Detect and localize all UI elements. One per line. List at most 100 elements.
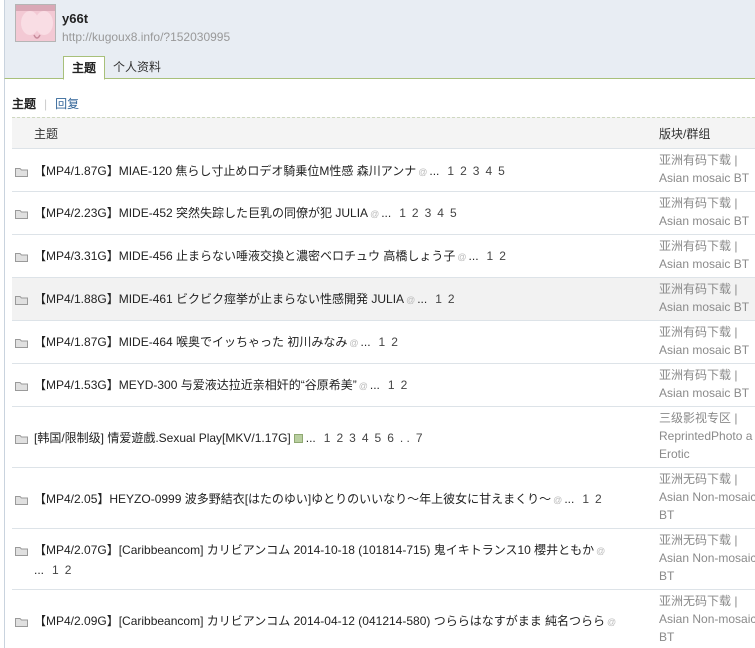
page-link[interactable]: 5 (498, 164, 505, 178)
subnav-replies[interactable]: 回复 (55, 97, 79, 111)
forum-cell[interactable]: 亚洲有码下载 | Asian mosaic BT (659, 237, 755, 273)
page-link[interactable]: 2 (448, 292, 455, 306)
page-link[interactable]: 1 (324, 431, 331, 445)
forum-name[interactable]: ReprintedPhoto a (659, 427, 755, 445)
forum-name[interactable]: 亚洲有码下载 | (659, 194, 755, 212)
forum-cell[interactable]: 亚洲有码下载 | Asian mosaic BT (659, 323, 755, 359)
forum-name[interactable]: BT (659, 567, 755, 585)
topic-title[interactable]: 【MP4/1.87G】MIDE-464 喉奥でイッちゃった 初川みなみ @... 1… (34, 333, 634, 353)
page-link[interactable]: 1 (487, 249, 494, 263)
topic-title[interactable]: 【MP4/1.87G】MIAE-120 焦らし寸止めロデオ騎乗位M性感 森川アン… (34, 162, 634, 182)
page-link[interactable]: 1 (447, 164, 454, 178)
avatar[interactable] (15, 4, 56, 42)
page-link[interactable]: 1 (379, 335, 386, 349)
forum-name[interactable]: BT (659, 506, 755, 524)
attachment-icon: @ (418, 167, 428, 177)
topic-link[interactable]: 【MP4/1.87G】MIAE-120 焦らし寸止めロデオ騎乗位M性感 森川アン… (34, 164, 416, 178)
forum-name[interactable]: Asian mosaic BT (659, 169, 755, 187)
page-link[interactable]: 3 (349, 431, 356, 445)
forum-name[interactable]: 亚洲无码下载 | (659, 531, 755, 549)
forum-name[interactable]: 亚洲有码下载 | (659, 280, 755, 298)
forum-name[interactable]: Asian mosaic BT (659, 384, 755, 402)
username[interactable]: y66t (62, 11, 88, 26)
page-link[interactable]: 3 (473, 164, 480, 178)
tab-profile[interactable]: 个人资料 (105, 56, 169, 79)
page-link[interactable]: 2 (460, 164, 467, 178)
user-url[interactable]: http://kugoux8.info/?152030995 (62, 30, 230, 44)
forum-name[interactable]: 三级影视专区 | (659, 409, 755, 427)
forum-cell[interactable]: 亚洲有码下载 | Asian mosaic BT (659, 151, 755, 187)
subnav-topics[interactable]: 主题 (12, 97, 36, 111)
forum-cell[interactable]: 亚洲有码下载 | Asian mosaic BT (659, 194, 755, 230)
page-link[interactable]: 2 (65, 563, 72, 577)
forum-name[interactable]: Asian mosaic BT (659, 298, 755, 316)
forum-cell[interactable]: 亚洲有码下载 | Asian mosaic BT (659, 280, 755, 316)
page-link[interactable]: 2 (499, 249, 506, 263)
topic-link[interactable]: 【MP4/2.07G】[Caribbeancom] カリビアンコム 2014-1… (34, 543, 594, 557)
topic-link[interactable]: 【MP4/3.31G】MIDE-456 止まらない唾液交換と濃密ベロチュウ 高橋… (34, 249, 455, 263)
attachment-icon: @ (553, 495, 563, 505)
topic-title[interactable]: 【MP4/1.88G】MIDE-461 ビクビク痙挙が止まらない性感開発 JUL… (34, 290, 634, 310)
page-link[interactable]: 1 (435, 292, 442, 306)
page-link[interactable]: 6 (387, 431, 394, 445)
page-link[interactable]: 2 (336, 431, 343, 445)
page-link[interactable]: 2 (595, 492, 602, 506)
topic-title[interactable]: 【MP4/2.05】HEYZO-0999 波多野結衣[はたのゆい]ゆとりのいいな… (34, 490, 634, 510)
forum-cell[interactable]: 亚洲有码下载 | Asian mosaic BT (659, 366, 755, 402)
forum-name[interactable]: Asian Non-mosaic (659, 549, 755, 567)
forum-name[interactable]: Asian mosaic BT (659, 255, 755, 273)
page-ellipsis: ... (468, 249, 479, 263)
tab-topics[interactable]: 主题 (63, 56, 106, 80)
table-header: 主题 版块/群组 (12, 117, 755, 148)
page-link[interactable]: 7 (416, 431, 423, 445)
topic-title[interactable]: 【MP4/2.07G】[Caribbeancom] カリビアンコム 2014-1… (34, 541, 624, 580)
forum-name[interactable]: 亚洲有码下载 | (659, 151, 755, 169)
page-link[interactable]: 1 (582, 492, 589, 506)
page-link[interactable]: 5 (450, 206, 457, 220)
page-link[interactable]: 1 (52, 563, 59, 577)
topic-link[interactable]: [韩国/限制级] 情爱遊戲.Sexual Play[MKV/1.17G] (34, 431, 291, 445)
page-ellipsis: ... (360, 335, 371, 349)
page-link[interactable]: 1 (399, 206, 406, 220)
page-link[interactable]: 2 (401, 378, 408, 392)
forum-name[interactable]: 亚洲有码下载 | (659, 366, 755, 384)
forum-name[interactable]: 亚洲有码下载 | (659, 323, 755, 341)
forum-name[interactable]: Asian mosaic BT (659, 212, 755, 230)
page-link[interactable]: . . (400, 431, 410, 445)
page-link[interactable]: 3 (425, 206, 432, 220)
forum-name[interactable]: 亚洲有码下载 | (659, 237, 755, 255)
page-ellipsis: ... (381, 206, 392, 220)
subnav: 主题 | 回复 (12, 95, 79, 112)
forum-name[interactable]: Asian mosaic BT (659, 341, 755, 359)
topic-title[interactable]: 【MP4/2.09G】[Caribbeancom] カリビアンコム 2014-0… (34, 612, 634, 632)
topic-title[interactable]: [韩国/限制级] 情爱遊戲.Sexual Play[MKV/1.17G]... 1… (34, 429, 634, 448)
topic-link[interactable]: 【MP4/1.87G】MIDE-464 喉奥でイッちゃった 初川みなみ (34, 335, 347, 349)
forum-cell[interactable]: 三级影视专区 | ReprintedPhoto a Erotic (659, 409, 755, 463)
attachment-icon: @ (370, 209, 380, 219)
page-link[interactable]: 4 (437, 206, 444, 220)
page-link[interactable]: 5 (375, 431, 382, 445)
forum-name[interactable]: BT (659, 628, 755, 646)
forum-name[interactable]: Asian Non-mosaic (659, 610, 755, 628)
page-link[interactable]: 2 (412, 206, 419, 220)
forum-name[interactable]: 亚洲无码下载 | (659, 592, 755, 610)
forum-cell[interactable]: 亚洲无码下载 | Asian Non-mosaic BT (659, 592, 755, 646)
forum-name[interactable]: Asian Non-mosaic (659, 488, 755, 506)
topic-title[interactable]: 【MP4/3.31G】MIDE-456 止まらない唾液交換と濃密ベロチュウ 高橋… (34, 247, 634, 267)
topic-link[interactable]: 【MP4/2.09G】[Caribbeancom] カリビアンコム 2014-0… (34, 614, 605, 628)
topic-link[interactable]: 【MP4/2.23G】MIDE-452 突然失踪した巨乳の同僚が犯 JULIA (34, 206, 368, 220)
topic-link[interactable]: 【MP4/2.05】HEYZO-0999 波多野結衣[はたのゆい]ゆとりのいいな… (34, 492, 551, 506)
topic-link[interactable]: 【MP4/1.88G】MIDE-461 ビクビク痙挙が止まらない性感開発 JUL… (34, 292, 404, 306)
page-link[interactable]: 1 (388, 378, 395, 392)
forum-name[interactable]: 亚洲无码下载 | (659, 470, 755, 488)
image-attachment-icon (293, 434, 303, 444)
forum-cell[interactable]: 亚洲无码下载 | Asian Non-mosaic BT (659, 531, 755, 585)
forum-name[interactable]: Erotic (659, 445, 755, 463)
page-link[interactable]: 2 (391, 335, 398, 349)
topic-title[interactable]: 【MP4/1.53G】MEYD-300 与爱液达拉近亲相奸的“谷原希美” @...… (34, 376, 634, 396)
topic-link[interactable]: 【MP4/1.53G】MEYD-300 与爱液达拉近亲相奸的“谷原希美” (34, 378, 357, 392)
forum-cell[interactable]: 亚洲无码下载 | Asian Non-mosaic BT (659, 470, 755, 524)
page-link[interactable]: 4 (485, 164, 492, 178)
page-link[interactable]: 4 (362, 431, 369, 445)
topic-title[interactable]: 【MP4/2.23G】MIDE-452 突然失踪した巨乳の同僚が犯 JULIA @… (34, 204, 634, 224)
